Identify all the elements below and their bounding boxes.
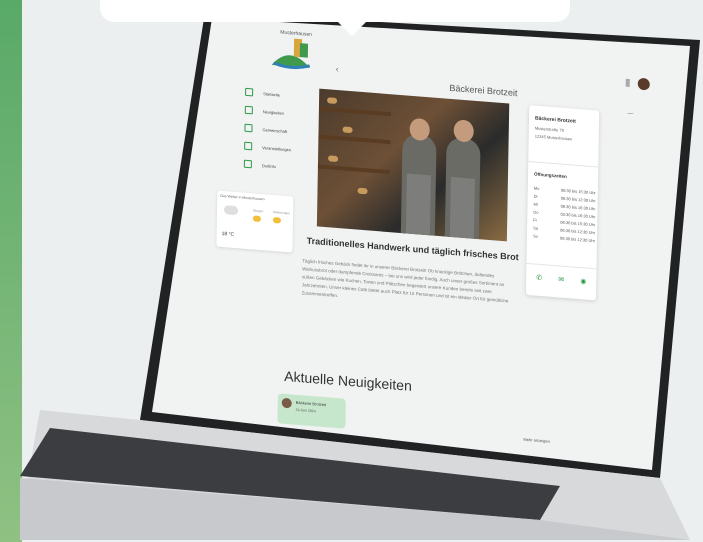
cloud-icon bbox=[223, 205, 239, 216]
business-name: Bäckerei Brotzeit bbox=[534, 115, 576, 125]
sidebar-item-label: Neuigkeiten bbox=[262, 108, 284, 116]
more-menu-icon[interactable]: — bbox=[627, 111, 633, 117]
bread bbox=[357, 187, 368, 195]
sun-icon bbox=[252, 215, 261, 223]
info-icon bbox=[243, 159, 252, 169]
callout-pointer bbox=[336, 20, 368, 36]
calendar-icon bbox=[244, 141, 253, 151]
home-icon bbox=[245, 87, 254, 97]
business-card: Bäckerei Brotzeit Musterstraße 70 12345 … bbox=[525, 105, 600, 301]
shelf bbox=[318, 106, 391, 117]
bread bbox=[342, 126, 353, 134]
sidebar-item-label: Startseite bbox=[263, 90, 281, 98]
hours-day: So bbox=[532, 233, 538, 239]
bakery-photo bbox=[316, 88, 510, 242]
apron bbox=[405, 173, 431, 236]
app-screen: Musterhausen ‹ Bäckerei Brotzeit — Start… bbox=[204, 30, 670, 444]
back-icon[interactable]: ‹ bbox=[336, 64, 339, 74]
article-text: Täglich frisches Gebäck findet ihr in un… bbox=[301, 258, 509, 304]
sidebar-item-label: Gemeinschaft bbox=[262, 126, 288, 134]
bread bbox=[328, 155, 339, 163]
page-title: Bäckerei Brotzeit bbox=[449, 82, 518, 99]
megaphone-icon bbox=[244, 105, 253, 115]
weather-title: Das Wetter in Musterhausen bbox=[220, 193, 265, 202]
village-logo: Musterhausen bbox=[270, 30, 331, 74]
sun-icon bbox=[272, 216, 281, 224]
divider bbox=[528, 161, 599, 168]
sidebar-item-label: Dorfinfo bbox=[261, 162, 276, 169]
news-title: Aktuelle Neuigkeiten bbox=[284, 367, 412, 394]
business-street: Musterstraße 70 bbox=[534, 125, 565, 133]
divider bbox=[526, 262, 597, 270]
callout-bubble bbox=[100, 0, 570, 22]
apron bbox=[449, 176, 475, 239]
shelf bbox=[318, 134, 391, 145]
weather-widget: Das Wetter in Musterhausen Morgen Übermo… bbox=[216, 190, 294, 253]
hours-list: Mo 06:30 bis 15:30 Uhr Di 06:30 bis 12:30 … bbox=[533, 185, 596, 246]
weather-day: Übermorgen bbox=[273, 209, 290, 216]
notification-icon[interactable] bbox=[625, 78, 630, 87]
baker bbox=[400, 133, 437, 236]
user-avatar[interactable] bbox=[637, 77, 650, 91]
bread bbox=[327, 97, 338, 104]
news-card[interactable]: Bäckerei Brotzeit 24.Juni 2024 bbox=[277, 393, 346, 429]
hours-title: Öffnungszeiten bbox=[534, 171, 567, 180]
weather-temp: 18 °C bbox=[221, 230, 235, 238]
phone-icon[interactable]: ✆ bbox=[536, 274, 544, 283]
business-city: 12345 Musterhausen bbox=[534, 133, 573, 142]
shelf bbox=[317, 164, 390, 175]
globe-icon[interactable]: ◉ bbox=[580, 277, 588, 286]
baker bbox=[444, 136, 481, 240]
sidebar-nav: Startseite Neuigkeiten Gemeinschaft Vera… bbox=[243, 83, 316, 178]
news-date: 24.Juni 2024 bbox=[295, 407, 316, 414]
news-author: Bäckerei Brotzeit bbox=[295, 399, 327, 408]
people-icon bbox=[244, 123, 253, 133]
hours-day: Di bbox=[533, 193, 538, 199]
news-avatar bbox=[281, 397, 292, 409]
hours-time: 06:30 bis 12:30 Uhr bbox=[560, 235, 596, 244]
weather-day: Morgen bbox=[253, 208, 264, 214]
mail-icon[interactable]: ✉ bbox=[558, 275, 566, 284]
sidebar-item-label: Veranstaltungen bbox=[262, 144, 292, 152]
